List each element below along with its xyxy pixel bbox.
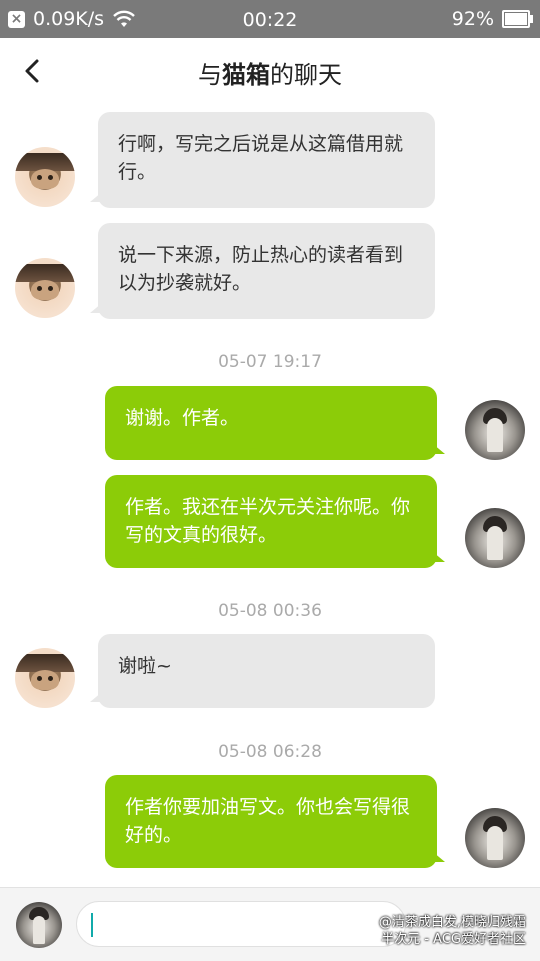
status-right: 92%	[451, 8, 533, 30]
battery-percent: 92%	[451, 8, 494, 30]
page-title: 与猫箱的聊天	[0, 55, 540, 90]
message-input-bar: @清茶成白发,模晓归残霜 半次元 - ACG爱好者社区	[0, 887, 540, 961]
message-input[interactable]	[76, 901, 406, 947]
battery-level	[505, 13, 528, 25]
contact-name[interactable]: 猫箱	[222, 61, 270, 89]
watermark-line-1: @清茶成白发,模晓归残霜	[378, 915, 526, 930]
message-timestamp: 05-08 00:36	[218, 601, 322, 621]
message-bubble-outgoing[interactable]: 作者。我还在半次元关注你呢。你写的文真的很好。	[105, 475, 445, 568]
text-caret	[91, 913, 93, 937]
title-suffix: 的聊天	[270, 61, 342, 89]
message-bubble-incoming[interactable]: 行啊，写完之后说是从这篇借用就行。	[90, 112, 435, 208]
status-bar: × 0.09K/s 00:22 92%	[0, 0, 540, 38]
message-timestamp: 05-07 19:17	[218, 352, 322, 372]
contact-avatar[interactable]	[15, 258, 75, 318]
message-text: 说一下来源，防止热心的读者看到以为抄袭就好。	[118, 244, 404, 294]
message-text: 行啊，写完之后说是从这篇借用就行。	[118, 133, 404, 183]
user-avatar[interactable]	[465, 400, 525, 460]
chat-header: 与猫箱的聊天	[0, 38, 540, 106]
message-text: 作者。我还在半次元关注你呢。你写的文真的很好。	[125, 496, 411, 546]
message-bubble-outgoing[interactable]: 谢谢。作者。	[105, 386, 445, 460]
message-bubble-incoming[interactable]: 说一下来源，防止热心的读者看到以为抄袭就好。	[90, 223, 435, 319]
user-avatar[interactable]	[16, 902, 62, 948]
message-text: 作者你要加油写文。你也会写得很好的。	[125, 796, 411, 846]
user-avatar[interactable]	[465, 508, 525, 568]
watermark-line-2: 半次元 - ACG爱好者社区	[381, 932, 526, 947]
message-timestamp: 05-08 06:28	[218, 742, 322, 762]
battery-icon	[502, 10, 533, 28]
message-text: 谢啦~	[118, 655, 172, 677]
title-prefix: 与	[198, 61, 222, 89]
message-text: 谢谢。作者。	[125, 407, 240, 429]
message-bubble-outgoing[interactable]: 作者你要加油写文。你也会写得很好的。	[105, 775, 445, 868]
contact-avatar[interactable]	[15, 648, 75, 708]
contact-avatar[interactable]	[15, 147, 75, 207]
user-avatar[interactable]	[465, 808, 525, 868]
watermark: @清茶成白发,模晓归残霜 半次元 - ACG爱好者社区	[379, 914, 526, 948]
message-bubble-incoming[interactable]: 谢啦~	[90, 634, 435, 708]
